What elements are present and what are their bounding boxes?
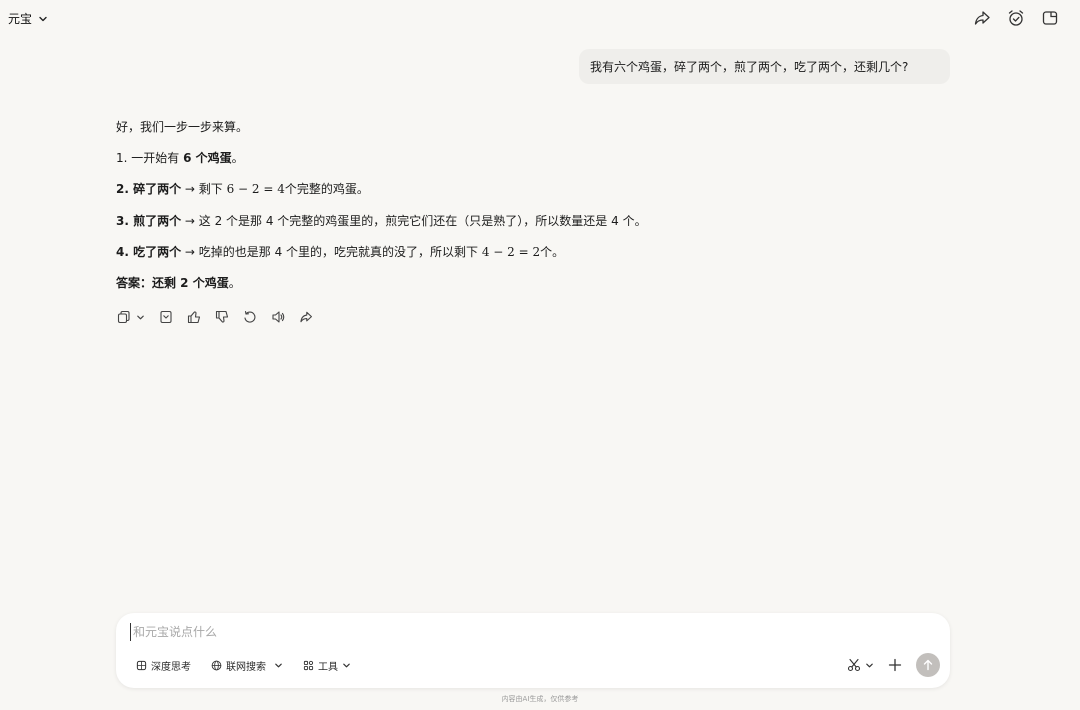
step-2-text-2: 个完整的鸡蛋。 — [284, 182, 369, 196]
step-2-bold: 2. 碎了两个 — [116, 182, 182, 196]
add-attachment-icon[interactable] — [884, 654, 906, 676]
top-actions — [972, 8, 1060, 28]
chevron-down-icon — [866, 663, 873, 667]
thumbs-down-icon[interactable] — [214, 309, 230, 325]
answer-step-4: 4. 吃了两个 → 吃掉的也是那 4 个里的，吃完就真的没了，所以剩下 4 − … — [116, 243, 564, 261]
regenerate-icon[interactable] — [242, 309, 258, 325]
chevron-down-icon — [275, 663, 282, 667]
step-2-math: 6 − 2 = 4 — [226, 182, 285, 196]
chevron-down-icon — [343, 663, 350, 667]
copy-icon[interactable] — [116, 309, 132, 325]
step-1-bold: 6 个鸡蛋 — [183, 151, 232, 165]
answer-conclusion: 答案：还剩 2 个鸡蛋。 — [116, 274, 241, 292]
app-switcher[interactable]: 元宝 — [8, 10, 48, 27]
step-4-bold: 4. 吃了两个 — [116, 245, 182, 259]
scissors-icon — [847, 658, 861, 672]
ai-disclaimer: 内容由AI生成，仅供参考 — [501, 695, 579, 703]
web-search-label: 联网搜索 — [226, 661, 266, 673]
app-name: 元宝 — [8, 12, 33, 26]
conclusion-suffix: 。 — [228, 276, 241, 290]
share-icon[interactable] — [972, 8, 992, 28]
chevron-down-icon — [39, 16, 47, 21]
deep-think-icon — [136, 660, 147, 670]
chat-input[interactable] — [130, 623, 930, 641]
bookmark-icon[interactable] — [158, 309, 174, 325]
thumbs-up-icon[interactable] — [186, 309, 202, 325]
answer-actions — [116, 309, 314, 325]
tools-label: 工具 — [318, 661, 338, 673]
step-1-suffix: 。 — [231, 151, 244, 165]
speaker-icon[interactable] — [270, 309, 286, 325]
top-bar: 元宝 — [0, 0, 1080, 38]
new-chat-icon[interactable] — [1040, 8, 1060, 28]
step-4-text-1: → 吃掉的也是那 4 个里的，吃完就真的没了，所以剩下 — [181, 245, 482, 259]
step-4-math: 4 − 2 = 2 — [481, 245, 541, 259]
deep-think-toggle[interactable]: 深度思考 — [136, 656, 191, 674]
user-message-text: 我有六个鸡蛋，碎了两个，煎了两个，吃了两个，还剩几个? — [590, 60, 909, 74]
tools-icon — [303, 660, 314, 670]
step-2-text-1: → 剩下 — [181, 182, 227, 196]
step-1-prefix: 1. 一开始有 — [116, 151, 184, 165]
user-message-bubble: 我有六个鸡蛋，碎了两个，煎了两个，吃了两个，还剩几个? — [579, 49, 950, 84]
answer-step-2: 2. 碎了两个 → 剩下 6 − 2 = 4个完整的鸡蛋。 — [116, 180, 369, 198]
model-selector[interactable] — [847, 658, 874, 672]
share-icon[interactable] — [298, 309, 314, 325]
page: 元宝 我有六个鸡蛋，碎了两个，煎了两个，吃了两个，还剩几个? 好，我们一步一步来… — [0, 0, 1080, 710]
step-3-text: → 这 2 个是那 4 个完整的鸡蛋里的，煎完它们还在（只是熟了），所以数量还是… — [181, 214, 647, 228]
arrow-up-icon — [923, 659, 933, 671]
deep-think-label: 深度思考 — [151, 661, 191, 673]
tools-dropdown[interactable]: 工具 — [303, 656, 351, 674]
composer-right-tools — [847, 653, 940, 677]
answer-step-1: 1. 一开始有 6 个鸡蛋。 — [116, 149, 244, 167]
answer-intro: 好，我们一步一步来算。 — [116, 120, 249, 134]
composer: 深度思考 联网搜索 工具 — [116, 613, 950, 688]
web-search-toggle[interactable]: 联网搜索 — [211, 656, 283, 674]
step-4-text-2: 个。 — [540, 245, 565, 259]
send-button[interactable] — [916, 653, 940, 677]
chevron-down-icon[interactable] — [134, 309, 146, 325]
answer-step-3: 3. 煎了两个 → 这 2 个是那 4 个完整的鸡蛋里的，煎完它们还在（只是熟了… — [116, 212, 647, 230]
step-3-bold: 3. 煎了两个 — [116, 214, 182, 228]
conclusion-bold: 答案：还剩 2 个鸡蛋 — [116, 276, 229, 290]
globe-icon — [211, 660, 222, 670]
alarm-check-icon[interactable] — [1006, 8, 1026, 28]
